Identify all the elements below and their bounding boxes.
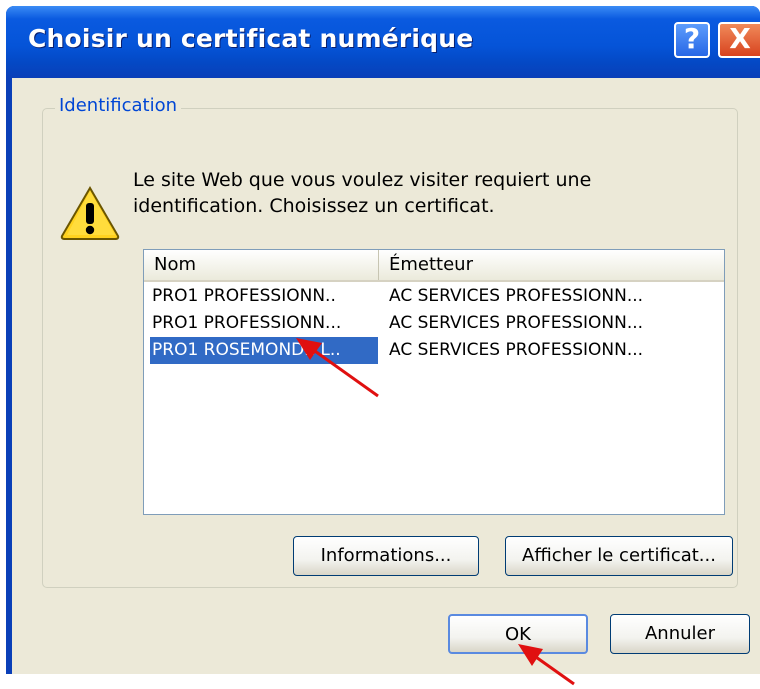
close-button[interactable]: X — [718, 22, 760, 58]
help-button[interactable]: ? — [674, 22, 710, 58]
certificate-name: PRO1 PROFESSIONN.. — [152, 286, 336, 306]
list-header: Nom Émetteur — [144, 250, 724, 282]
certificate-name: PRO1 ROSEMONDE L.. — [150, 337, 378, 364]
column-header-nom[interactable]: Nom — [144, 250, 379, 280]
close-icon: X — [729, 22, 751, 55]
certificate-issuer: AC SERVICES PROFESSIONN... — [389, 313, 644, 333]
certificate-row[interactable]: PRO1 PROFESSIONN.. AC SERVICES PROFESSIO… — [144, 283, 724, 310]
cancel-button[interactable]: Annuler — [610, 614, 750, 654]
dialog-body: Identification Le site Web que vous voul… — [12, 78, 760, 674]
ok-button[interactable]: OK — [448, 614, 588, 654]
certificate-name: PRO1 PROFESSIONN... — [152, 313, 342, 333]
certificate-issuer: AC SERVICES PROFESSIONN... — [389, 340, 644, 360]
help-icon: ? — [683, 22, 701, 55]
identification-group: Identification Le site Web que vous voul… — [42, 95, 738, 588]
group-label: Identification — [55, 95, 182, 116]
dialog-title: Choisir un certificat numérique — [28, 24, 474, 53]
certificate-dialog: Choisir un certificat numérique ? X Iden… — [6, 6, 760, 674]
certificate-list[interactable]: Nom Émetteur PRO1 PROFESSIONN.. AC SERVI… — [143, 249, 725, 515]
show-certificate-button[interactable]: Afficher le certificat... — [505, 536, 733, 576]
certificate-row[interactable]: PRO1 PROFESSIONN... AC SERVICES PROFESSI… — [144, 310, 724, 337]
informations-button[interactable]: Informations... — [293, 536, 479, 576]
certificate-row-selected[interactable]: PRO1 ROSEMONDE L.. AC SERVICES PROFESSIO… — [144, 337, 724, 364]
column-header-emetteur[interactable]: Émetteur — [379, 250, 724, 280]
title-bar[interactable]: Choisir un certificat numérique ? X — [6, 6, 760, 78]
instruction-text: Le site Web que vous voulez visiter requ… — [133, 169, 592, 217]
certificate-issuer: AC SERVICES PROFESSIONN... — [389, 286, 644, 306]
warning-icon — [60, 186, 120, 240]
